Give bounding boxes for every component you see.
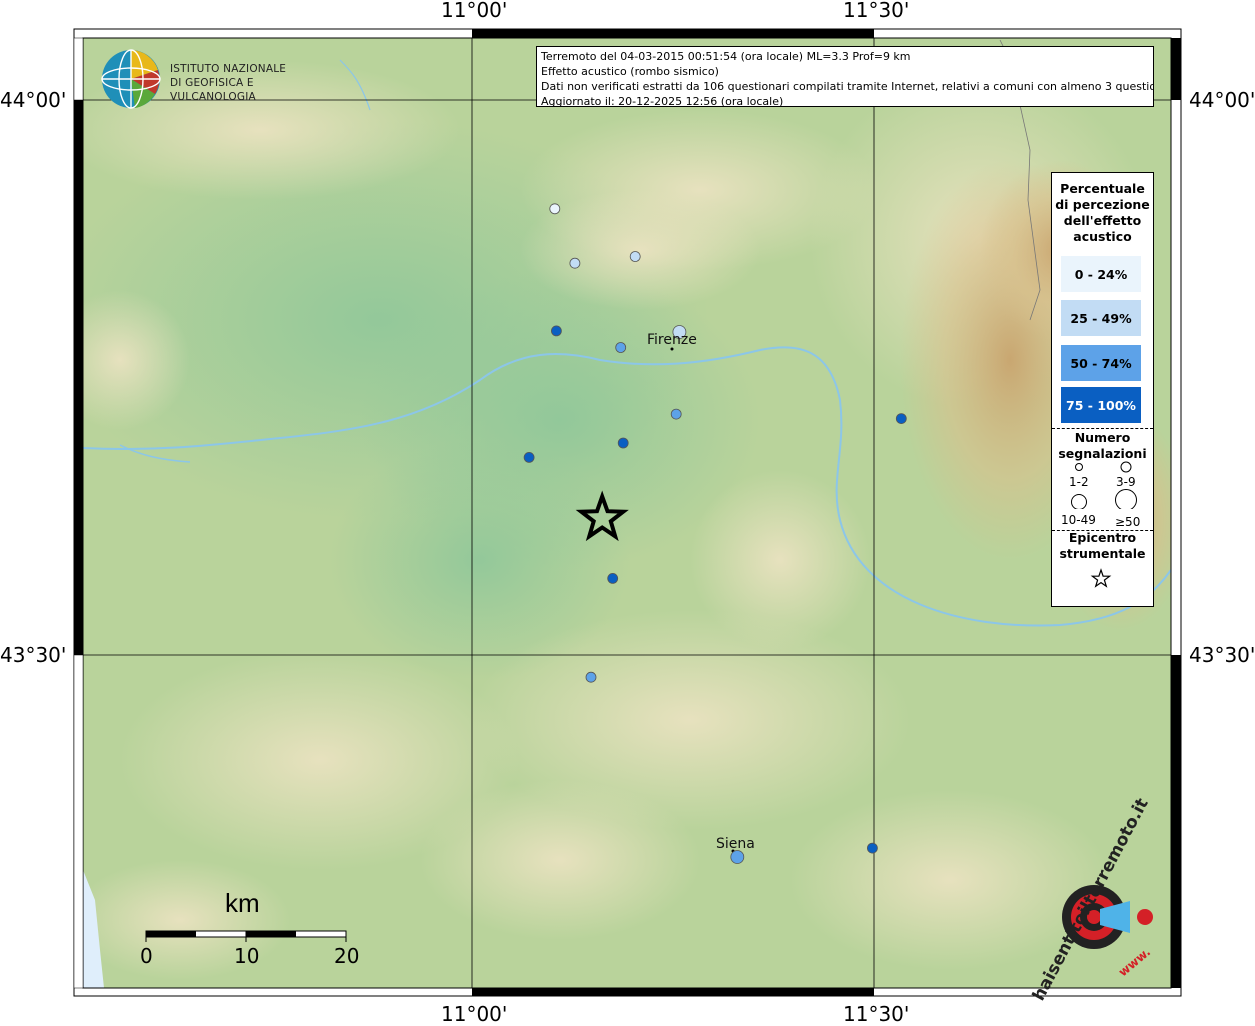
- ingv-logo-text: ISTITUTO NAZIONALE DI GEOFISICA E VULCAN…: [170, 62, 320, 104]
- observation-point: [607, 573, 619, 584]
- legend-count-3-9: 3-9: [1116, 475, 1136, 489]
- legend-title-line: Percentuale: [1060, 181, 1145, 196]
- legend-title-line: di percezione: [1055, 197, 1150, 212]
- scale-tick-0: 0: [140, 944, 153, 968]
- observation-point: [615, 342, 627, 353]
- legend-count-title: Numero segnalazioni: [1052, 430, 1153, 462]
- ingv-logo: ISTITUTO NAZIONALE DI GEOFISICA E VULCAN…: [100, 48, 320, 110]
- legend-size-circles: [1071, 461, 1137, 509]
- legend-swatch-75-100: 75 - 100%: [1061, 387, 1141, 423]
- legend-epi-title-line: strumentale: [1059, 546, 1146, 561]
- top-lon-label-1100: 11°00': [441, 0, 508, 22]
- bottom-lon-label-1100: 11°00': [441, 1002, 508, 1026]
- observation-point: [523, 451, 535, 463]
- legend-divider: [1052, 428, 1153, 429]
- place-label-firenze: Firenze: [647, 332, 697, 348]
- legend-star-icon: [1090, 568, 1112, 588]
- event-info-line-3: Dati non verificati estratti da 106 ques…: [541, 80, 1154, 93]
- right-lat-label-4400: 44°00': [1189, 88, 1255, 112]
- legend-swatch-25-49: 25 - 49%: [1061, 300, 1141, 336]
- event-info-line-1: Terremoto del 04-03-2015 00:51:54 (ora l…: [541, 50, 911, 63]
- legend-swatch-50-74: 50 - 74%: [1061, 345, 1141, 381]
- left-lat-label-4400: 44°00': [0, 88, 67, 112]
- observation-point: [629, 251, 641, 262]
- legend-panel: Percentuale di percezione dell'effetto a…: [1051, 172, 1154, 607]
- legend-epi-title-line: Epicentro: [1068, 530, 1137, 545]
- legend-swatch-0-24: 0 - 24%: [1061, 256, 1141, 292]
- observation-point: [895, 413, 907, 425]
- event-info-line-4: Aggiornato il: 20-12-2025 12:56 (ora loc…: [541, 95, 784, 107]
- ingv-name-line-1: ISTITUTO NAZIONALE: [170, 63, 287, 75]
- legend-circle-50: [1115, 489, 1137, 509]
- observation-point: [551, 325, 562, 337]
- place-label-siena: Siena: [716, 836, 755, 852]
- bottom-lon-label-1130: 11°30': [843, 1002, 910, 1026]
- ingv-name-line-2: DI GEOFISICA E VULCANOLOGIA: [170, 77, 256, 103]
- legend-circle-3-9: [1120, 461, 1132, 473]
- legend-title-line: dell'effetto: [1063, 213, 1142, 228]
- legend-circle-10-49: [1071, 494, 1087, 509]
- observation-point: [585, 671, 597, 683]
- scale-bar: km 0 10 20: [140, 888, 360, 968]
- scale-bar-graphic: [145, 930, 347, 942]
- globe-icon: [101, 49, 161, 109]
- legend-title-line: acustico: [1073, 229, 1132, 244]
- legend-count-1-2: 1-2: [1069, 475, 1089, 489]
- legend-circle-1-2: [1075, 463, 1083, 471]
- scale-tick-10: 10: [234, 944, 260, 968]
- event-info-box: Terremoto del 04-03-2015 00:51:54 (ora l…: [536, 46, 1154, 107]
- legend-count-title-line: Numero: [1074, 430, 1131, 445]
- scale-tick-20: 20: [334, 944, 360, 968]
- observation-point: [617, 437, 629, 449]
- left-lat-label-4330: 43°30': [0, 643, 67, 667]
- legend-percent-title: Percentuale di percezione dell'effetto a…: [1052, 181, 1153, 245]
- observation-point: [549, 203, 561, 215]
- observation-point: [569, 257, 581, 269]
- observation-point: [670, 408, 682, 420]
- legend-count-10-49: 10-49: [1061, 513, 1096, 527]
- legend-epicenter-title: Epicentro strumentale: [1052, 530, 1153, 562]
- legend-count-50: ≥50: [1115, 515, 1141, 529]
- scale-unit-label: km: [225, 888, 260, 918]
- observation-point: [867, 842, 878, 854]
- haisentito-logo: haisentitoilterremoto.it www.: [1029, 795, 1165, 1004]
- right-lat-label-4330: 43°30': [1189, 643, 1255, 667]
- top-lon-label-1130: 11°30': [843, 0, 910, 22]
- event-info-line-2: Effetto acustico (rombo sismico): [541, 65, 719, 78]
- observation-point: [730, 850, 745, 864]
